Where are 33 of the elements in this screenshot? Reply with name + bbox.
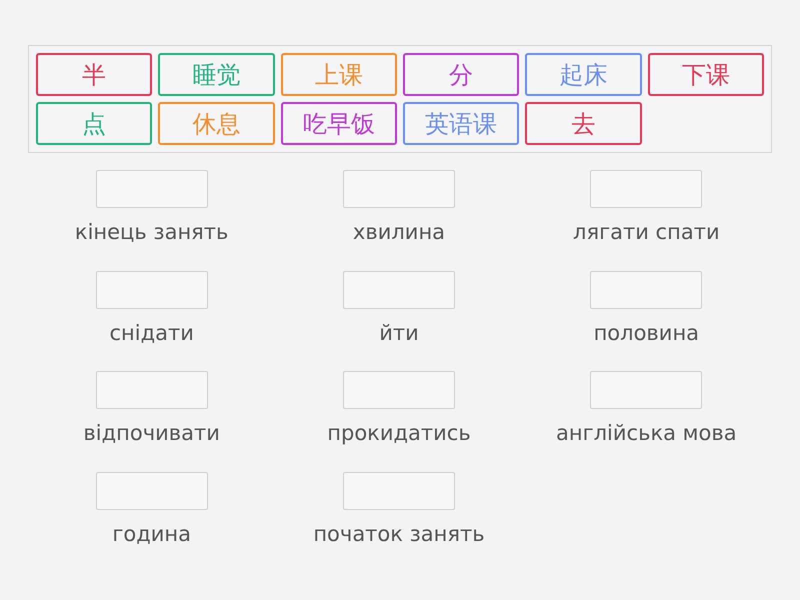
answer-box[interactable] xyxy=(96,371,208,409)
answer-box[interactable] xyxy=(96,270,208,308)
answer-box[interactable] xyxy=(590,270,702,308)
answer-box[interactable] xyxy=(342,371,455,409)
target-label: відпочивати xyxy=(83,420,220,447)
target-label: хвилина xyxy=(352,219,446,246)
word-tile[interactable]: 上课 xyxy=(280,53,397,96)
answer-box[interactable] xyxy=(96,472,208,510)
word-tile[interactable]: 去 xyxy=(525,102,642,145)
target-label: година xyxy=(112,520,191,548)
word-tile[interactable]: 分 xyxy=(403,53,520,96)
word-tile[interactable]: 英语课 xyxy=(403,102,520,145)
target-label: лягати спати xyxy=(573,219,720,246)
target-label: половина xyxy=(594,320,700,346)
answer-box[interactable] xyxy=(342,270,455,308)
target-label: англійська мова xyxy=(556,420,737,447)
answer-box[interactable] xyxy=(590,170,702,208)
word-tile[interactable]: 睡觉 xyxy=(158,53,275,96)
word-tile[interactable]: 下课 xyxy=(648,53,764,96)
word-tile[interactable]: 吃早饭 xyxy=(280,102,397,145)
target-label: початок занять xyxy=(313,520,485,548)
target-label: кінець занять xyxy=(74,219,228,246)
word-tile[interactable]: 起床 xyxy=(525,53,642,96)
word-tile[interactable]: 半 xyxy=(36,53,152,96)
answer-box[interactable] xyxy=(342,472,455,510)
target-label: йти xyxy=(379,320,419,346)
target-label: прокидатись xyxy=(327,420,471,447)
answer-box[interactable] xyxy=(342,170,455,208)
target-label: снідати xyxy=(109,320,194,346)
word-tile[interactable]: 点 xyxy=(36,102,152,145)
answer-box[interactable] xyxy=(590,371,702,409)
answer-box[interactable] xyxy=(96,170,208,208)
word-tile[interactable]: 休息 xyxy=(158,102,275,145)
